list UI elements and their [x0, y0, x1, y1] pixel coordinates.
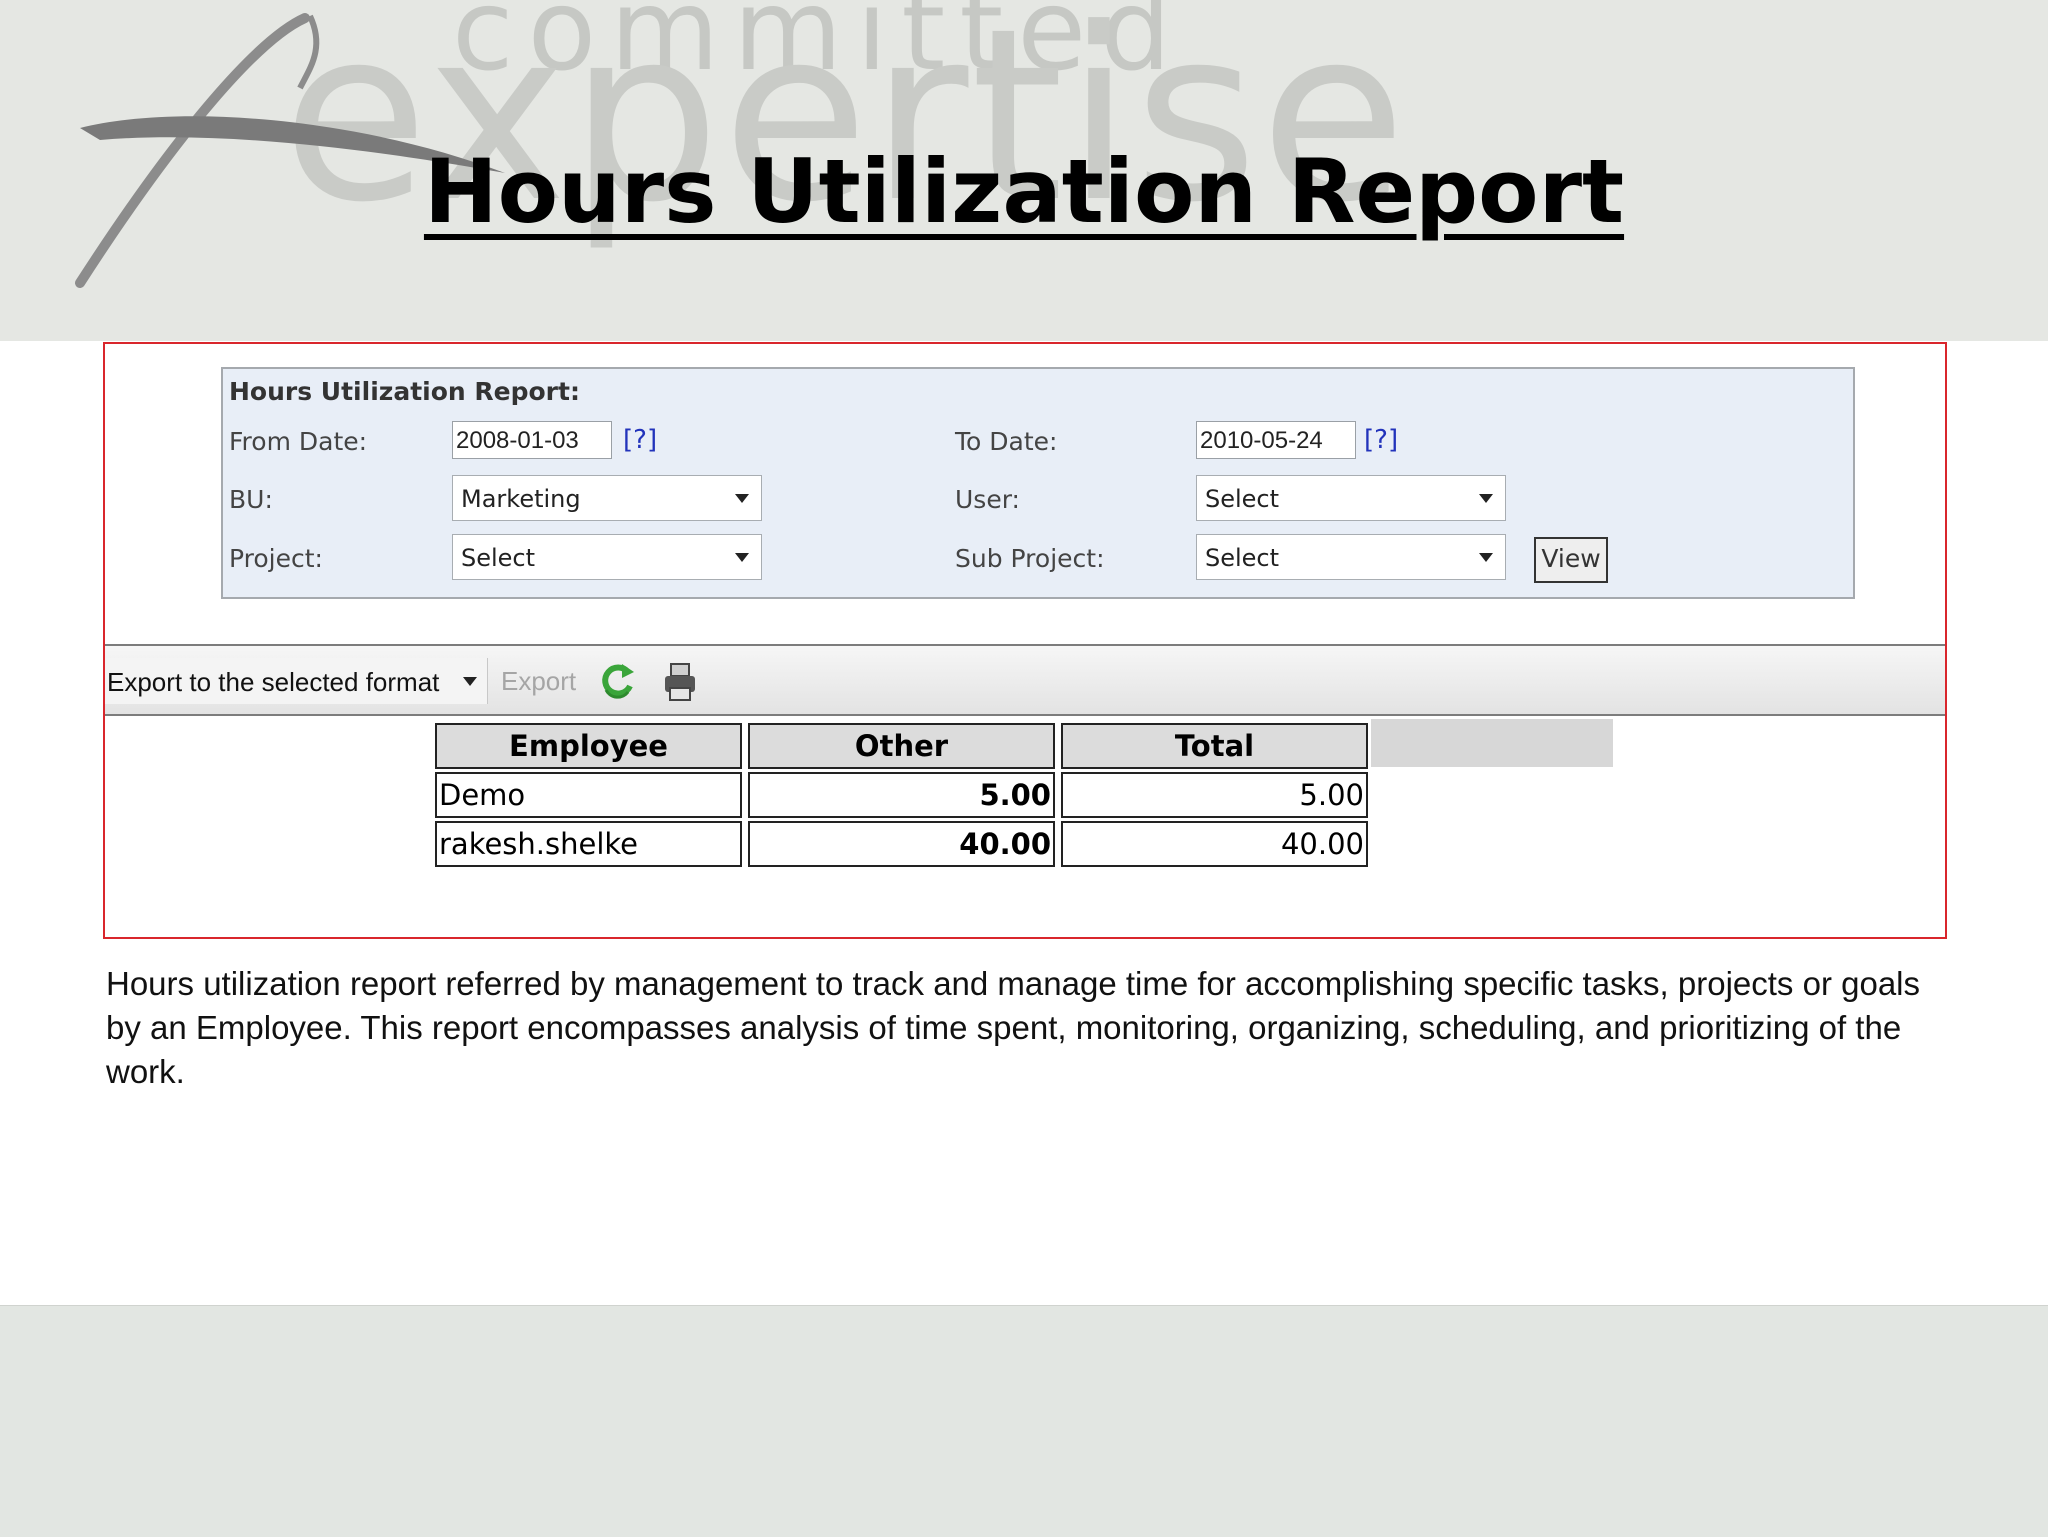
- project-select-value: Select: [461, 544, 536, 572]
- page-title: Hours Utilization Report: [423, 140, 1625, 243]
- chevron-down-icon: [1479, 494, 1493, 503]
- project-select[interactable]: Select: [452, 534, 762, 580]
- from-date-input[interactable]: 2008-01-03: [452, 421, 612, 459]
- table-row: Demo 5.00 5.00: [435, 772, 1368, 818]
- subproject-label: Sub Project:: [955, 544, 1105, 573]
- header-band: committed expertise Hours Utilization Re…: [0, 0, 2048, 341]
- from-date-help-link[interactable]: [?]: [623, 425, 657, 455]
- total-cell: 40.00: [1061, 821, 1368, 867]
- print-icon[interactable]: [663, 662, 697, 702]
- column-header-other[interactable]: Other: [748, 723, 1055, 769]
- report-screenshot-frame: Hours Utilization Report: From Date: 200…: [103, 342, 1947, 939]
- filter-heading: Hours Utilization Report:: [229, 377, 580, 406]
- export-toolbar: Export to the selected format Export: [105, 644, 1945, 716]
- report-table: Employee Other Total Demo 5.00 5.00 rake…: [429, 720, 1374, 870]
- other-cell: 5.00: [748, 772, 1055, 818]
- total-cell: 5.00: [1061, 772, 1368, 818]
- subproject-select-value: Select: [1205, 544, 1280, 572]
- report-description: Hours utilization report referred by man…: [106, 965, 1921, 1090]
- chevron-down-icon: [735, 553, 749, 562]
- filter-panel: Hours Utilization Report: From Date: 200…: [221, 367, 1855, 599]
- project-label: Project:: [229, 544, 323, 573]
- to-date-label: To Date:: [955, 427, 1058, 456]
- employee-cell: Demo: [435, 772, 742, 818]
- subproject-select[interactable]: Select: [1196, 534, 1506, 580]
- chevron-down-icon: [735, 494, 749, 503]
- footer-band: [0, 1305, 2048, 1537]
- chevron-down-icon: [463, 677, 477, 686]
- to-date-input[interactable]: 2010-05-24: [1196, 421, 1356, 459]
- other-cell: 40.00: [748, 821, 1055, 867]
- export-format-select[interactable]: Export to the selected format: [105, 658, 488, 704]
- chevron-down-icon: [1479, 553, 1493, 562]
- refresh-icon[interactable]: [598, 660, 636, 702]
- user-select[interactable]: Select: [1196, 475, 1506, 521]
- table-header-filler: [1371, 719, 1613, 767]
- from-date-label: From Date:: [229, 427, 368, 456]
- view-button[interactable]: View: [1534, 537, 1608, 583]
- table-row: rakesh.shelke 40.00 40.00: [435, 821, 1368, 867]
- bu-select[interactable]: Marketing: [452, 475, 762, 521]
- employee-cell: rakesh.shelke: [435, 821, 742, 867]
- export-button[interactable]: Export: [501, 666, 576, 697]
- user-select-value: Select: [1205, 485, 1280, 513]
- bu-label: BU:: [229, 485, 273, 514]
- bu-select-value: Marketing: [461, 485, 581, 513]
- column-header-total[interactable]: Total: [1061, 723, 1368, 769]
- export-format-value: Export to the selected format: [107, 667, 440, 697]
- column-header-employee[interactable]: Employee: [435, 723, 742, 769]
- user-label: User:: [955, 485, 1020, 514]
- to-date-help-link[interactable]: [?]: [1364, 425, 1398, 455]
